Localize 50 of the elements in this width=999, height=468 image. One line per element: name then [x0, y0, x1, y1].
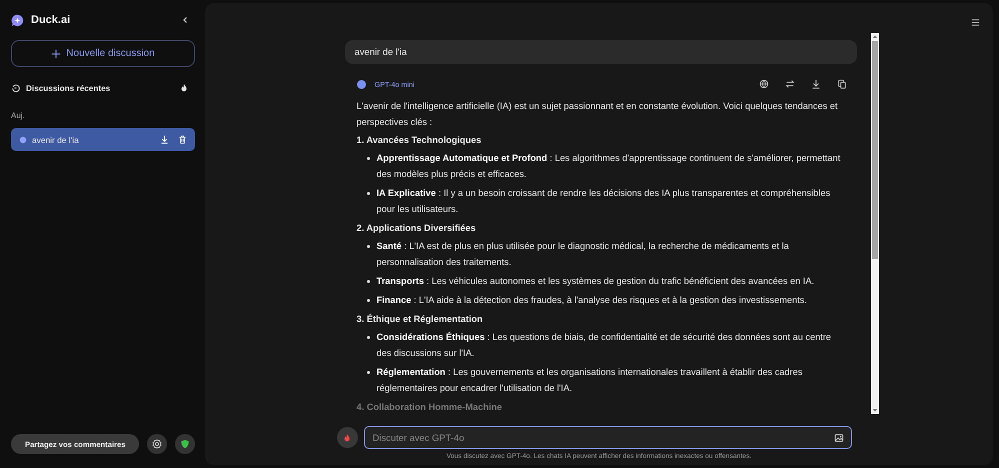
bullet-text: Finance : L'IA aide à la détection des fraudes, à l'analyse des risques et à la gestion des investissements.: [376, 294, 807, 307]
chat-item[interactable]: avenir de l'ia: [11, 128, 195, 151]
flame-icon: [342, 432, 352, 442]
shield-icon: [180, 439, 190, 449]
user-message: avenir de l'ia: [344, 40, 856, 64]
settings-button[interactable]: [147, 434, 168, 454]
chat-icon: [19, 136, 27, 144]
shield-button[interactable]: [175, 434, 195, 454]
swap-icon[interactable]: [784, 79, 794, 89]
section-heading: 4. Collaboration Homme-Machine: [356, 401, 503, 414]
scrollbar[interactable]: [870, 33, 878, 414]
bullet-dot: [366, 192, 370, 195]
duck-logo-icon: [11, 14, 24, 26]
settings-icon: [152, 439, 162, 449]
bullet-dot: [366, 157, 370, 160]
bullet-dot: [366, 371, 370, 374]
bullet-text: Réglementation : Les gouvernements et les organisations internationales travaillent à établir des cadres réglementaires pour encadrer l'utilisation de l'IA.: [376, 366, 804, 395]
trash-icon[interactable]: [178, 135, 187, 144]
section-heading: 1. Avancées Technologiques: [356, 134, 482, 147]
app-name: Duck.ai: [31, 14, 72, 26]
message-input[interactable]: Discuter avec GPT-4o: [364, 426, 852, 449]
image-icon[interactable]: [834, 432, 844, 442]
bullet-text: Santé : L'IA est de plus en plus utilisée pour le diagnostic médical, la recherche de médicaments et la personnalisation des traitements.: [376, 240, 790, 269]
date-label: Auj.: [11, 111, 26, 120]
clear-chat-button[interactable]: [336, 427, 358, 448]
response-paragraph: L'avenir de l'intelligence artificielle (IA) est un sujet passionnant et en constante évolution. Voici quelques tendances et perspectives clés :: [356, 100, 839, 129]
chat-title: avenir de l'ia: [32, 134, 80, 144]
bullet-dot: [366, 336, 370, 339]
new-chat-button[interactable]: Nouvelle discussion: [11, 40, 195, 67]
download-icon[interactable]: [810, 79, 820, 89]
section-heading: 2. Applications Diversifiées: [356, 222, 477, 235]
bullet-dot: [366, 245, 370, 248]
bullet-text: Transports : Les véhicules autonomes et les systèmes de gestion du trafic bénéficient des avancées en IA.: [376, 275, 814, 288]
bullet-text: Apprentissage Automatique et Profond : Les algorithmes d'apprentissage continuent de s'améliorer, permettant des modèles plus précis et efficaces.: [376, 152, 842, 181]
menu-icon[interactable]: [971, 18, 980, 27]
bullet-text: Considérations Éthiques : Les questions de biais, de confidentialité et de sécurité des données sont au centre des discussions sur l'IA.: [376, 330, 832, 360]
chevron-left-icon[interactable]: [181, 16, 189, 24]
bullet-dot: [366, 299, 370, 302]
bullet-dot: [366, 280, 370, 283]
scroll-down-icon[interactable]: [872, 408, 878, 413]
scroll-up-icon[interactable]: [872, 34, 878, 39]
bullet-text: IA Explicative : Il y a un besoin croissant de rendre les décisions des IA plus transparentes et compréhensibles pour les utilisateurs.: [376, 187, 832, 216]
flame-icon[interactable]: [179, 83, 189, 93]
model-avatar-icon: [356, 80, 366, 88]
history-icon: [11, 83, 21, 93]
copy-icon[interactable]: [836, 79, 846, 89]
globe-icon[interactable]: [758, 79, 768, 89]
section-heading: 3. Éthique et Réglementation: [356, 312, 484, 326]
section-heading: Discussions récentes: [26, 84, 112, 92]
plus-icon: [51, 48, 62, 58]
